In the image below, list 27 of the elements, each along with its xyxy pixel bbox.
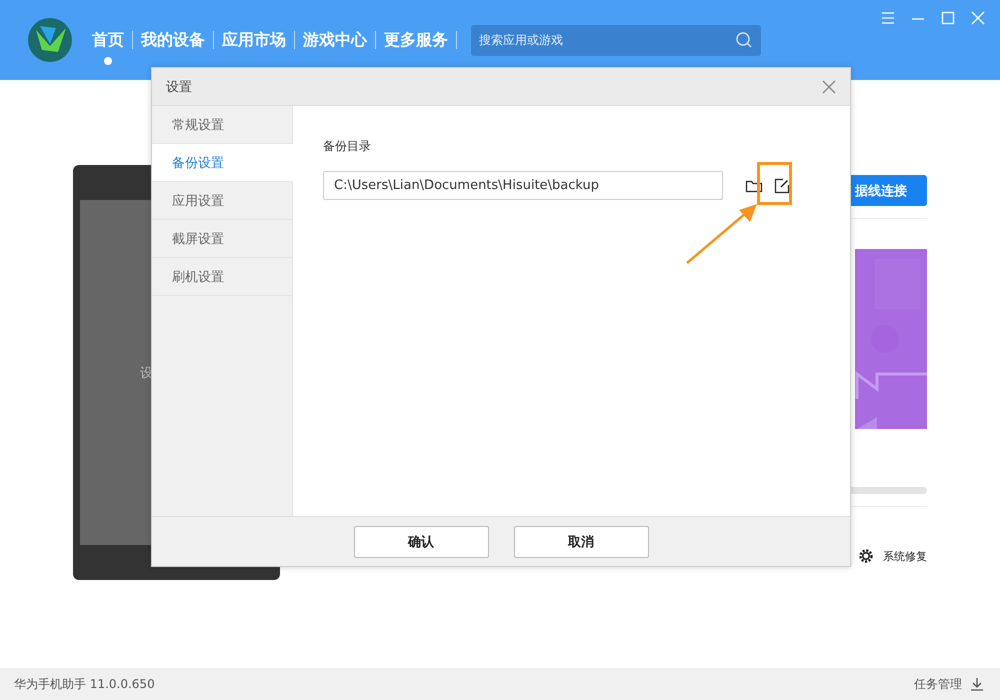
- search-icon[interactable]: [735, 30, 753, 48]
- edit-icon[interactable]: [773, 176, 791, 194]
- close-icon[interactable]: [970, 10, 986, 26]
- menu-icon[interactable]: [880, 10, 896, 26]
- dialog-title: 设置: [166, 78, 192, 96]
- section-label: 备份目录: [323, 138, 372, 155]
- nav-tab[interactable]: 首页: [84, 14, 132, 66]
- settings-tab[interactable]: 备份设置: [152, 144, 293, 182]
- nav-tab[interactable]: 游戏中心: [295, 14, 375, 66]
- download-icon[interactable]: [968, 675, 986, 693]
- repair-label[interactable]: 系统修复: [883, 548, 927, 564]
- nav-tab[interactable]: 更多服务: [376, 14, 456, 66]
- phone-screen-text: 设: [140, 364, 153, 382]
- annotation-arrow: [686, 204, 757, 264]
- logo-icon: [28, 18, 72, 62]
- dialog-button[interactable]: 取消: [514, 526, 648, 558]
- task-manager-link[interactable]: 任务管理: [914, 676, 962, 692]
- search-field[interactable]: 搜索应用或游戏: [471, 24, 761, 56]
- app-version: 华为手机助手 11.0.0.650: [14, 676, 155, 692]
- path-field[interactable]: C:\Users\Lian\Documents\Hisuite\backup: [323, 171, 723, 200]
- nav-tab[interactable]: 我的设备: [133, 14, 213, 66]
- close-icon[interactable]: [820, 78, 838, 96]
- highlight-frame: [757, 162, 792, 205]
- nav-tab[interactable]: 应用市场: [214, 14, 294, 66]
- gear-icon[interactable]: [857, 547, 875, 565]
- maximize-icon[interactable]: [940, 10, 956, 26]
- dialog-button[interactable]: 确认: [354, 526, 488, 558]
